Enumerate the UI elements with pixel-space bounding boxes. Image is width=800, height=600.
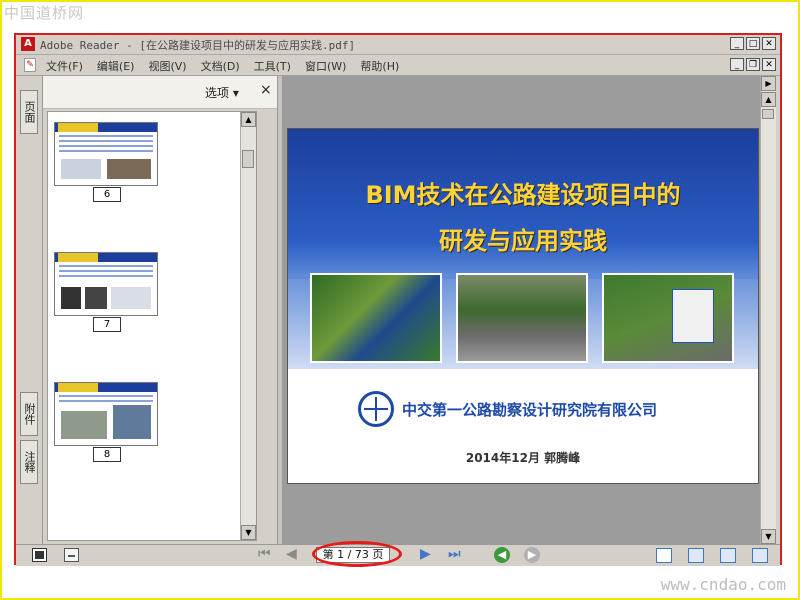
first-page-icon[interactable]: ⏮: [258, 546, 271, 562]
continuous-facing-layout-icon[interactable]: [752, 548, 768, 563]
previous-page-icon[interactable]: ◀: [286, 546, 297, 562]
single-page-layout-icon[interactable]: [656, 548, 672, 563]
company-block: 中交第一公路勘察设计研究院有限公司: [358, 391, 657, 427]
watermark-bottom-right: www.cndao.com: [660, 575, 786, 594]
options-label: 选项: [205, 86, 230, 100]
doc-minimize-button[interactable]: _: [730, 58, 744, 71]
menu-view[interactable]: 视图(V): [148, 58, 186, 74]
next-page-icon[interactable]: ▶: [420, 546, 431, 562]
facing-layout-icon[interactable]: [720, 548, 736, 563]
thumbnail-scrollbar[interactable]: ▲ ▼: [240, 112, 256, 540]
pages-panel-header: 选项 ▾ ×: [43, 76, 277, 109]
thumbnail-page-8[interactable]: [54, 382, 158, 446]
adobe-reader-icon: A: [21, 37, 35, 51]
side-tabs: 页面 附件 注释: [16, 76, 43, 544]
close-icon[interactable]: ×: [260, 82, 272, 98]
last-page-icon[interactable]: ⏭: [448, 546, 461, 562]
menu-tools[interactable]: 工具(T): [254, 58, 291, 74]
thumbnail-page-label: 8: [93, 447, 121, 462]
tab-pages[interactable]: 页面: [20, 90, 38, 134]
menu-file[interactable]: 文件(F): [46, 58, 83, 74]
scroll-down-arrow-icon[interactable]: ▼: [241, 525, 256, 540]
company-name: 中交第一公路勘察设计研究院有限公司: [402, 400, 658, 419]
pdf-page: BIM技术在公路建设项目中的 研发与应用实践 中交第一公路勘察设计研究院有限公司…: [287, 128, 759, 484]
continuous-layout-icon[interactable]: [688, 548, 704, 563]
thumbnail-page-label: 6: [93, 187, 121, 202]
company-logo-icon: [358, 391, 394, 427]
thumbnail-page-6[interactable]: [54, 122, 158, 186]
slide-footer: 2014年12月 郭腾峰: [465, 451, 581, 465]
maximize-button[interactable]: □: [746, 37, 760, 50]
close-button[interactable]: ✕: [762, 37, 776, 50]
doc-close-button[interactable]: ✕: [762, 58, 776, 71]
highlight-circle: [312, 541, 402, 567]
window-title: Adobe Reader - [在公路建设项目中的研发与应用实践.pdf]: [40, 39, 356, 52]
document-view[interactable]: BIM技术在公路建设项目中的 研发与应用实践 中交第一公路勘察设计研究院有限公司…: [282, 76, 762, 544]
highway-render-photo: [456, 273, 588, 363]
scroll-up-arrow-icon[interactable]: ▲: [761, 92, 776, 107]
menu-bar: ✎ 文件(F) 编辑(E) 视图(V) 文档(D) 工具(T) 窗口(W) 帮助…: [16, 55, 780, 76]
slide-title-line-2: 研发与应用实践: [439, 227, 607, 255]
reader-window: A Adobe Reader - [在公路建设项目中的研发与应用实践.pdf] …: [14, 33, 782, 567]
status-toolbar: ⏮ ◀ 第 1 / 73 页 ▶ ⏭ ◀ ▶: [16, 541, 780, 567]
go-back-icon[interactable]: ◀: [494, 547, 510, 563]
pdf-document-icon: ✎: [24, 58, 36, 72]
slide-title-line-1: BIM技术在公路建设项目中的: [365, 181, 681, 209]
watermark-top-left: 中国道桥网: [4, 4, 85, 22]
aerial-road-photo: [310, 273, 442, 363]
doc-scroll-thumb[interactable]: [762, 109, 774, 119]
thumbnail-page-7[interactable]: [54, 252, 158, 316]
menu-edit[interactable]: 编辑(E): [97, 58, 135, 74]
thumbnail-page-label: 7: [93, 317, 121, 332]
options-menu[interactable]: 选项 ▾: [205, 84, 239, 101]
thumbnail-list[interactable]: 6 7 8 ▲ ▼: [47, 111, 257, 541]
go-forward-icon[interactable]: ▶: [524, 547, 540, 563]
menu-window[interactable]: 窗口(W): [305, 58, 346, 74]
menu-help[interactable]: 帮助(H): [360, 58, 399, 74]
document-window-controls: _ ❐ ✕: [730, 58, 776, 71]
bim-model-screenshot: [602, 273, 734, 363]
pages-panel: 选项 ▾ × 6 7 8 ▲ ▼: [43, 76, 277, 544]
menu-document[interactable]: 文档(D): [201, 58, 240, 74]
scroll-up-arrow-icon[interactable]: ▲: [241, 112, 256, 127]
scroll-right-arrow-icon[interactable]: ▶: [761, 76, 776, 91]
document-scrollbar[interactable]: ▶ ▲ ▼: [760, 76, 776, 544]
minimize-button[interactable]: _: [730, 37, 744, 50]
scroll-thumb[interactable]: [242, 150, 254, 168]
doc-restore-button[interactable]: ❐: [746, 58, 760, 71]
chevron-down-icon: ▾: [232, 86, 239, 100]
menu: 文件(F) 编辑(E) 视图(V) 文档(D) 工具(T) 窗口(W) 帮助(H…: [46, 58, 399, 74]
page-thumbnail-toggle-icon[interactable]: [32, 548, 47, 562]
page-size-icon[interactable]: [64, 548, 79, 562]
tab-comments[interactable]: 注释: [20, 440, 38, 484]
scroll-down-arrow-icon[interactable]: ▼: [761, 529, 776, 544]
title-bar[interactable]: A Adobe Reader - [在公路建设项目中的研发与应用实践.pdf] …: [16, 35, 780, 55]
tab-attachments[interactable]: 附件: [20, 392, 38, 436]
window-controls: _ □ ✕: [730, 37, 776, 50]
